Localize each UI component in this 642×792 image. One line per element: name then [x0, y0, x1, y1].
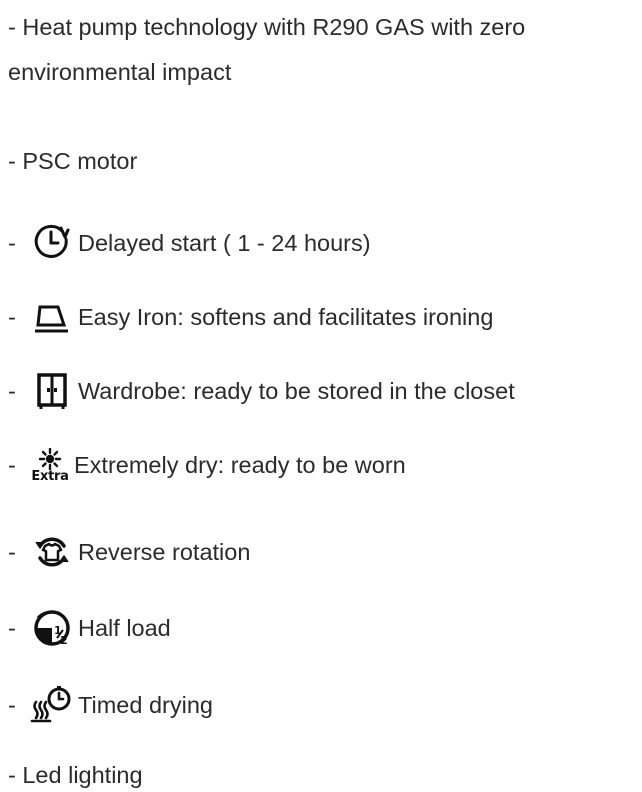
timed-drying-icon: [30, 683, 74, 727]
half-load-icon: 1 2: [30, 606, 74, 650]
feature-half-load: - 1 2 Half load: [8, 606, 171, 650]
delayed-start-clock-icon: [30, 221, 74, 265]
bullet-dash: -: [8, 378, 16, 404]
feature-text: Easy Iron: softens and facilitates ironi…: [78, 304, 494, 330]
feature-reverse-rotation: - Reverse rotation: [8, 530, 250, 574]
extra-icon-label: Extra: [31, 468, 69, 484]
bullet-dash: -: [8, 452, 16, 478]
heat-pump-text-2: environmental impact: [8, 59, 232, 85]
feature-wardrobe: - Wardrobe: ready to be stored in the cl…: [8, 369, 515, 413]
feature-easy-iron: - Easy Iron: softens and facilitates iro…: [8, 295, 493, 339]
psc-motor-text: - PSC motor: [8, 148, 138, 174]
sun-extra-icon: Extra: [30, 443, 70, 487]
bullet-dash: -: [8, 692, 16, 718]
bullet-dash: -: [8, 304, 16, 330]
psc-motor-line: - PSC motor: [8, 144, 137, 178]
bullet-dash: -: [8, 539, 16, 565]
feature-text: Reverse rotation: [78, 539, 251, 565]
heat-pump-line-2: environmental impact: [8, 55, 231, 89]
feature-delayed-start: - Delayed start ( 1 - 24 hours): [8, 221, 371, 265]
feature-list-document: - Heat pump technology with R290 GAS wit…: [0, 0, 642, 788]
heat-pump-line-1: - Heat pump technology with R290 GAS wit…: [8, 10, 525, 44]
feature-text: Extremely dry: ready to be worn: [74, 452, 406, 478]
reverse-rotation-icon: [30, 530, 74, 574]
bullet-dash: -: [8, 615, 16, 641]
feature-timed-drying: - Timed drying: [8, 683, 213, 727]
feature-text: Half load: [78, 615, 171, 641]
feature-text: Delayed start ( 1 - 24 hours): [78, 230, 371, 256]
bullet-dash: -: [8, 230, 16, 256]
feature-text: Wardrobe: ready to be stored in the clos…: [78, 378, 515, 404]
svg-text:2: 2: [60, 634, 68, 647]
heat-pump-text-1: - Heat pump technology with R290 GAS wit…: [8, 14, 526, 40]
led-lighting-line: - Led lighting: [8, 758, 143, 792]
wardrobe-icon: [30, 369, 74, 413]
led-lighting-text: - Led lighting: [8, 762, 143, 788]
iron-icon: [30, 295, 74, 339]
feature-text: Timed drying: [78, 692, 213, 718]
feature-extremely-dry: - Extra Extremely dry: ready to be worn: [8, 443, 406, 487]
